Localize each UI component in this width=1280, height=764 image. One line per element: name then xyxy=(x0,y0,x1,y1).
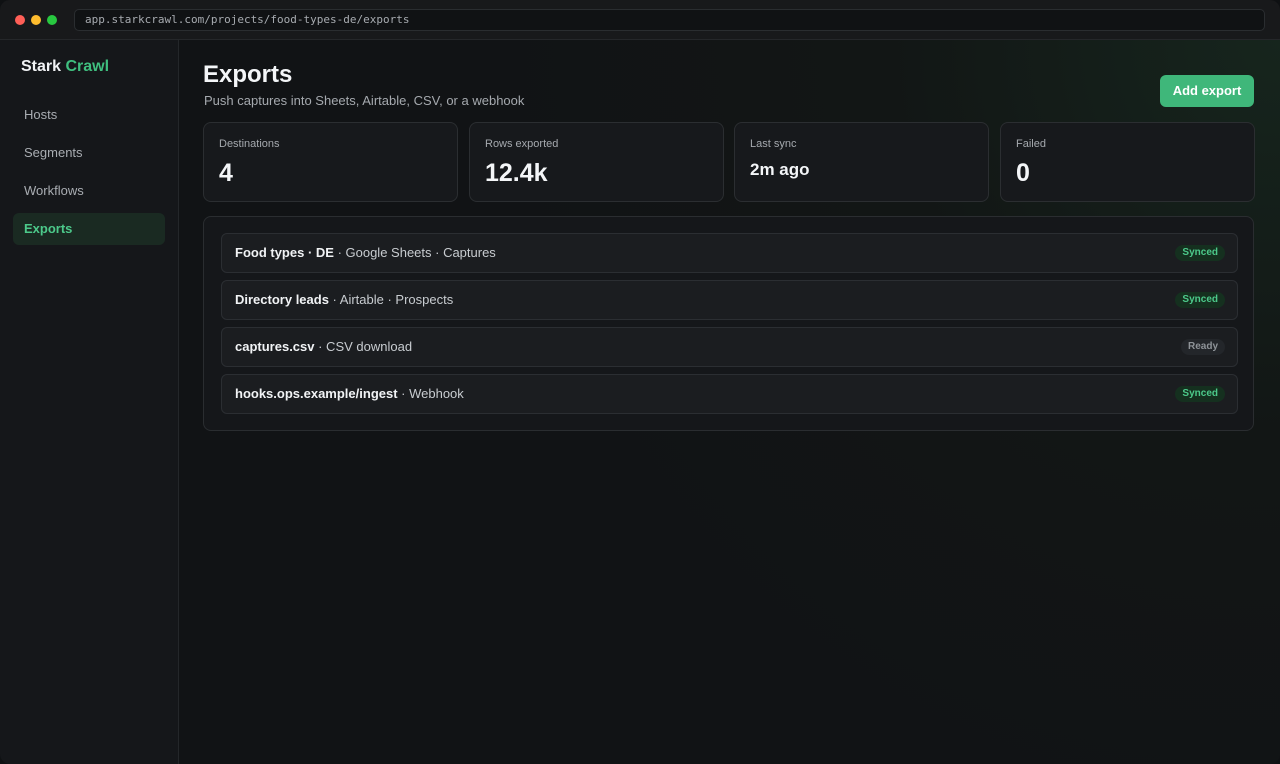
export-detail: · Airtable · Prospects xyxy=(328,292,454,307)
list-item[interactable]: hooks.ops.example/ingest · Webhook Synce… xyxy=(221,374,1238,414)
brand-accent: Crawl xyxy=(65,58,110,75)
stat-label: Failed xyxy=(1016,138,1046,150)
status-badge: Ready xyxy=(1180,339,1225,355)
status-badge: Synced xyxy=(1175,292,1225,308)
sidebar: Stark Crawl Hosts Segments Workflows Exp… xyxy=(0,40,179,764)
browser-titlebar: app.starkcrawl.com/projects/food-types-d… xyxy=(0,0,1280,40)
export-name: Food types · DE xyxy=(235,245,334,260)
close-window-button[interactable] xyxy=(15,15,25,25)
address-bar[interactable]: app.starkcrawl.com/projects/food-types-d… xyxy=(74,9,1265,31)
stat-value: 12.4k xyxy=(485,159,548,187)
add-export-button[interactable]: Add export xyxy=(1160,75,1254,107)
status-badge: Synced xyxy=(1175,245,1225,261)
page-subtitle: Push captures into Sheets, Airtable, CSV… xyxy=(204,93,525,108)
list-item[interactable]: Food types · DE · Google Sheets · Captur… xyxy=(221,233,1238,273)
sidebar-item-workflows[interactable]: Workflows xyxy=(13,175,165,207)
list-item[interactable]: captures.csv · CSV download Ready xyxy=(221,327,1238,367)
export-name: Directory leads xyxy=(235,292,329,307)
stat-value: 2m ago xyxy=(750,160,810,179)
brand-name: Stark xyxy=(21,58,62,75)
page-title: Exports xyxy=(203,61,293,88)
export-detail: · Webhook xyxy=(397,386,464,401)
export-name: captures.csv xyxy=(235,339,315,354)
export-name: hooks.ops.example/ingest xyxy=(235,386,398,401)
stat-card-last-sync: Last sync 2m ago xyxy=(734,122,989,202)
app-window: app.starkcrawl.com/projects/food-types-d… xyxy=(0,0,1280,764)
maximize-window-button[interactable] xyxy=(47,15,57,25)
stat-value: 0 xyxy=(1016,159,1030,187)
export-description: hooks.ops.example/ingest · Webhook xyxy=(235,375,464,413)
export-description: Directory leads · Airtable · Prospects xyxy=(235,281,453,319)
stat-card-rows-exported: Rows exported 12.4k xyxy=(469,122,724,202)
export-detail: · Google Sheets · Captures xyxy=(333,245,496,260)
export-detail: · CSV download xyxy=(314,339,413,354)
sidebar-item-hosts[interactable]: Hosts xyxy=(13,99,165,131)
export-description: captures.csv · CSV download xyxy=(235,328,412,366)
export-description: Food types · DE · Google Sheets · Captur… xyxy=(235,234,496,272)
stat-label: Last sync xyxy=(750,138,797,150)
list-item[interactable]: Directory leads · Airtable · Prospects S… xyxy=(221,280,1238,320)
sidebar-item-segments[interactable]: Segments xyxy=(13,137,165,169)
minimize-window-button[interactable] xyxy=(31,15,41,25)
main-content: Exports Push captures into Sheets, Airta… xyxy=(179,40,1280,764)
stat-card-destinations: Destinations 4 xyxy=(203,122,458,202)
sidebar-item-exports[interactable]: Exports xyxy=(13,213,165,245)
stat-label: Destinations xyxy=(219,138,280,150)
brand-logo[interactable]: Stark Crawl xyxy=(21,58,109,76)
exports-list: Food types · DE · Google Sheets · Captur… xyxy=(203,216,1254,431)
stat-value: 4 xyxy=(219,159,233,187)
stat-card-failed: Failed 0 xyxy=(1000,122,1255,202)
stat-label: Rows exported xyxy=(485,138,559,150)
status-badge: Synced xyxy=(1175,386,1225,402)
